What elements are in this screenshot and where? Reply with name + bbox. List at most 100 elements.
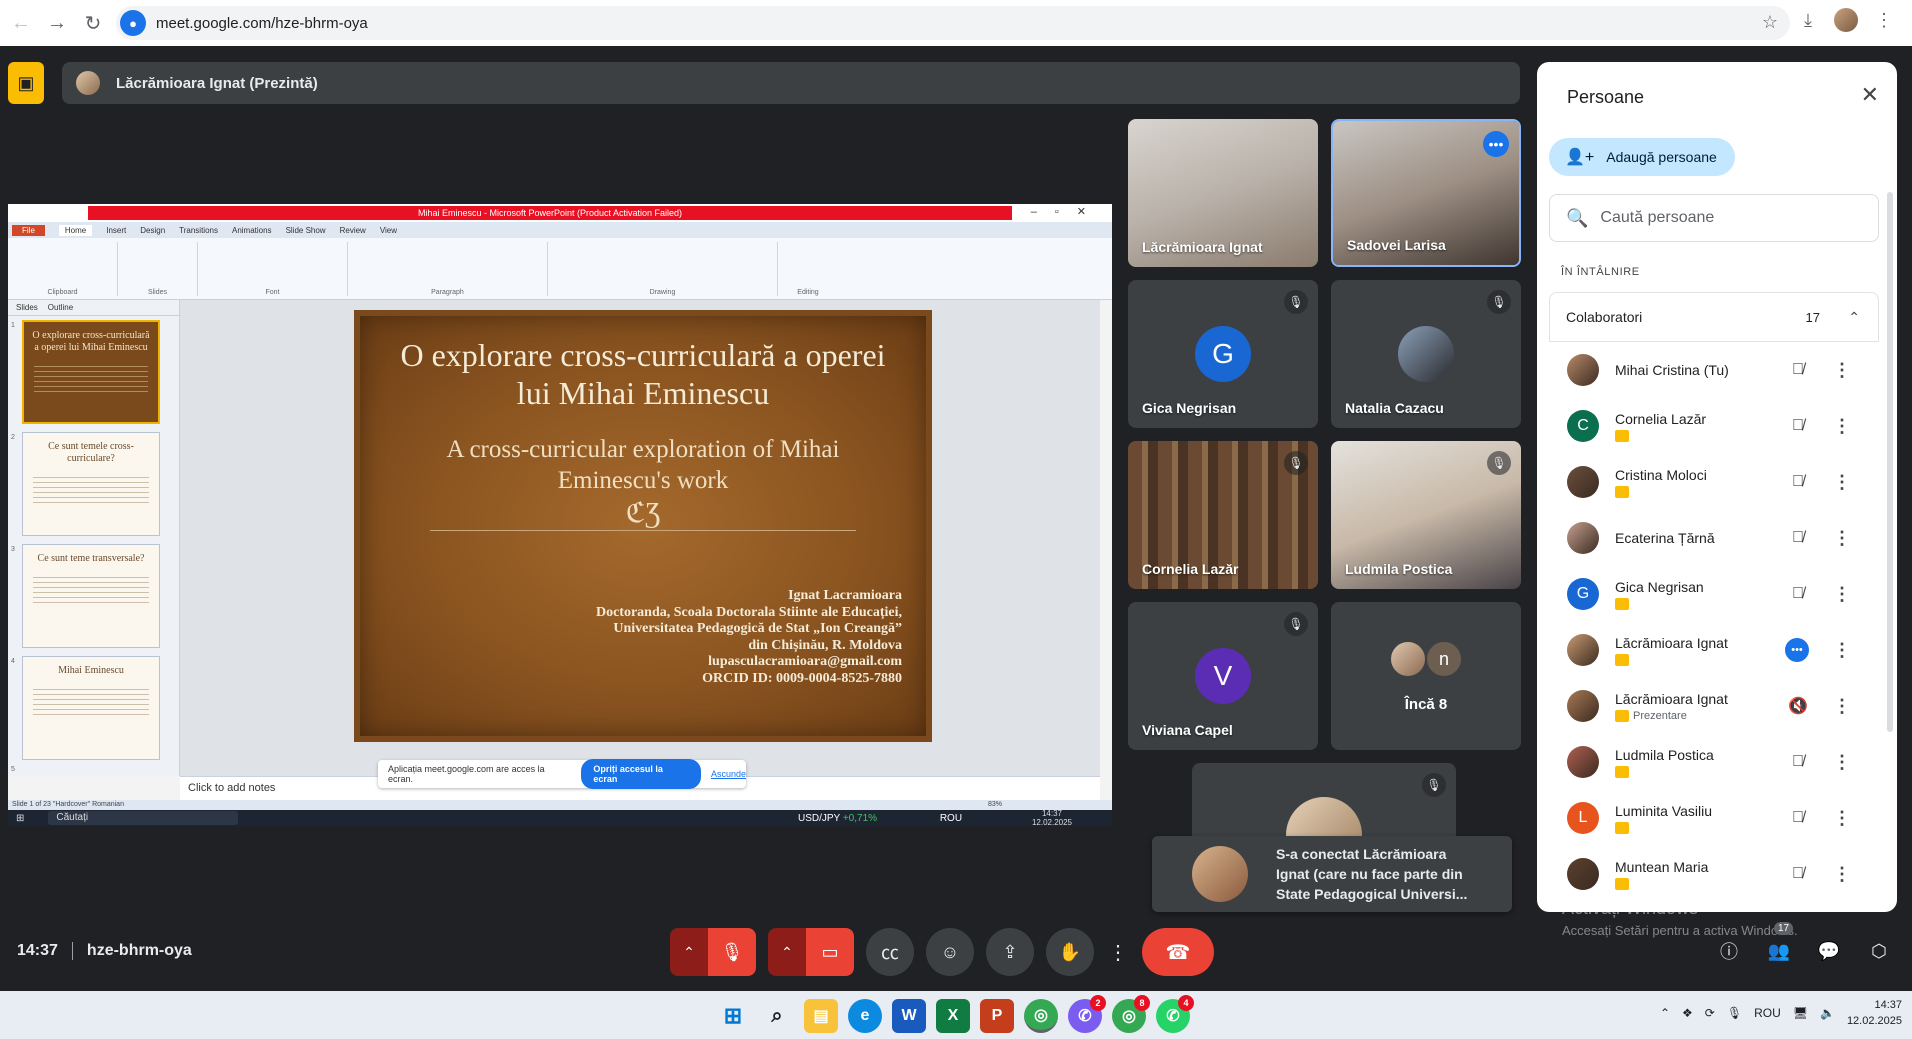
participant-row[interactable]: Ludmila Postica 🎙̸ ⋮ xyxy=(1549,734,1879,790)
more-options-icon[interactable]: ⋮ xyxy=(1833,360,1851,381)
tray-app-icon[interactable]: ❖ xyxy=(1682,1006,1693,1020)
info-icon[interactable]: ⓘ xyxy=(1716,938,1742,964)
chat-icon[interactable]: 💬 xyxy=(1816,938,1842,964)
participant-tile[interactable]: 🎙 G Gica Negrisan xyxy=(1128,280,1318,428)
participant-tile[interactable]: 🎙 Cornelia Lazăr xyxy=(1128,441,1318,589)
collaborators-group-header[interactable]: Colaboratori 17 ⌃ xyxy=(1549,292,1879,342)
whatsapp-icon[interactable]: ✆ 4 xyxy=(1156,995,1194,1033)
panel-scrollbar[interactable] xyxy=(1887,192,1893,732)
mic-off-icon[interactable]: 🎙̸ xyxy=(1787,361,1809,379)
bookmark-star-icon[interactable]: ☆ xyxy=(1762,12,1778,33)
camera-options-chevron-icon[interactable]: ⌃ xyxy=(768,928,806,976)
reload-icon[interactable]: ↻ xyxy=(78,8,108,38)
more-options-icon[interactable]: ⋮ xyxy=(1833,416,1851,437)
taskbar-apps: ⊞ ⌕ ▤ e W X P ◎ ✆ 2 ◎ 8 ✆ 4 xyxy=(716,995,1194,1033)
download-icon[interactable]: ⤓ xyxy=(1796,10,1820,31)
camera-off-button[interactable]: ▭ xyxy=(806,928,854,976)
mic-off-button[interactable]: 🎙 xyxy=(708,928,756,976)
more-options-icon[interactable]: ⋮ xyxy=(1833,528,1851,549)
mic-options-chevron-icon[interactable]: ⌃ xyxy=(670,928,708,976)
participant-row[interactable]: Ecaterina Țărnă 🎙̸ ⋮ xyxy=(1549,510,1879,566)
participant-tile[interactable]: Lăcrămioara Ignat xyxy=(1128,119,1318,267)
more-options-icon[interactable]: ⋮ xyxy=(1833,640,1851,661)
participant-name: Ludmila Postica xyxy=(1615,746,1714,763)
excel-icon[interactable]: X xyxy=(936,999,970,1033)
present-badge-icon xyxy=(1615,877,1629,890)
tray-chevron-icon[interactable]: ⌃ xyxy=(1660,1006,1670,1020)
start-icon[interactable]: ⊞ xyxy=(716,999,750,1033)
more-options-icon[interactable]: ⋮ xyxy=(1833,752,1851,773)
self-tile[interactable]: 🎙 xyxy=(1192,763,1456,843)
emoji-icon[interactable]: ☺ xyxy=(926,928,974,976)
chevron-up-icon[interactable]: ⌃ xyxy=(1848,309,1860,326)
participant-name: Luminita Vasiliu xyxy=(1615,802,1713,819)
participant-row[interactable]: Cristina Moloci 🎙̸ ⋮ xyxy=(1549,454,1879,510)
file-explorer-icon[interactable]: ▤ xyxy=(804,999,838,1033)
search-people-input[interactable]: 🔍 Caută persoane xyxy=(1549,194,1879,242)
volume-icon[interactable]: 🔈 xyxy=(1820,1006,1835,1020)
participant-tile[interactable]: 🎙 V Viviana Capel xyxy=(1128,602,1318,750)
forward-arrow-icon[interactable]: → xyxy=(42,8,72,38)
participant-row[interactable]: Mihai Cristina (Tu) 🎙̸ ⋮ xyxy=(1549,342,1879,398)
more-options-icon[interactable]: ⋮ xyxy=(1833,472,1851,493)
sync-icon[interactable]: ⟳ xyxy=(1705,1006,1715,1020)
mic-off-icon: 🎙 xyxy=(1422,773,1446,797)
participant-row[interactable]: Muntean Maria 🎙̸ ⋮ xyxy=(1549,846,1879,902)
menu-kebab-icon[interactable]: ⋮ xyxy=(1872,10,1896,31)
mic-off-icon[interactable]: 🎙̸ xyxy=(1787,585,1809,603)
people-icon[interactable]: 👥 17 xyxy=(1766,922,1794,964)
participant-row[interactable]: C Cornelia Lazăr 🎙̸ ⋮ xyxy=(1549,398,1879,454)
activities-icon[interactable]: ⬡ xyxy=(1866,938,1892,964)
present-screen-icon[interactable]: ⇪ xyxy=(986,928,1034,976)
profile-avatar[interactable] xyxy=(1834,8,1858,32)
leave-call-button[interactable]: ☎ xyxy=(1142,928,1214,976)
raise-hand-icon[interactable]: ✋ xyxy=(1046,928,1094,976)
mic-off-icon[interactable]: 🎙̸ xyxy=(1787,753,1809,771)
more-options-icon[interactable]: ⋮ xyxy=(1833,808,1851,829)
mic-off-icon[interactable]: 🎙̸ xyxy=(1787,529,1809,547)
participant-tile[interactable]: ••• Sadovei Larisa xyxy=(1331,119,1521,267)
add-people-button[interactable]: 👤+ Adaugă persoane xyxy=(1549,138,1735,176)
mic-off-icon[interactable]: 🎙̸ xyxy=(1787,865,1809,883)
more-options-icon[interactable]: ⋮ xyxy=(1833,864,1851,885)
edge-icon[interactable]: e xyxy=(848,999,882,1033)
slide-thumbnail: O explorare cross-curriculară a operei l… xyxy=(22,320,160,424)
mic-site-icon[interactable]: ● xyxy=(120,10,146,36)
powerpoint-icon[interactable]: P xyxy=(980,999,1014,1033)
more-options-icon[interactable]: ⋮ xyxy=(1106,928,1130,976)
captions-icon[interactable]: ㏄ xyxy=(866,928,914,976)
back-arrow-icon[interactable]: ← xyxy=(6,8,36,38)
participant-tile[interactable]: 🎙 Natalia Cazacu xyxy=(1331,280,1521,428)
url-text[interactable]: meet.google.com/hze-bhrm-oya xyxy=(156,15,368,32)
mic-off-icon[interactable]: 🎙̸ xyxy=(1787,417,1809,435)
participant-row[interactable]: Lăcrămioara Ignat Prezentare 🔇 ⋮ xyxy=(1549,678,1879,734)
stop-sharing-button[interactable]: Opriți accesul la ecran xyxy=(581,759,701,789)
more-options-icon[interactable]: ••• xyxy=(1483,131,1509,157)
word-icon[interactable]: W xyxy=(892,999,926,1033)
hide-banner-link[interactable]: Ascunde xyxy=(711,769,746,779)
network-icon[interactable]: 🖥 xyxy=(1793,1006,1808,1020)
mic-off-icon: 🎙 xyxy=(1284,612,1308,636)
chrome-profile-icon[interactable]: ◎ 8 xyxy=(1112,995,1150,1033)
language-indicator[interactable]: ROU xyxy=(1754,1006,1781,1020)
more-participants-tile[interactable]: n Încă 8 xyxy=(1331,602,1521,750)
clock[interactable]: 14:37 12.02.2025 xyxy=(1847,997,1902,1029)
viber-icon[interactable]: ✆ 2 xyxy=(1068,995,1106,1033)
more-options-icon[interactable]: ⋮ xyxy=(1833,584,1851,605)
mic-off-icon[interactable]: 🎙̸ xyxy=(1787,809,1809,827)
chrome-icon[interactable]: ◎ xyxy=(1024,999,1058,1033)
present-badge-icon xyxy=(1615,653,1629,666)
audio-off-icon[interactable]: 🔇 xyxy=(1787,696,1809,716)
search-icon[interactable]: ⌕ xyxy=(760,999,794,1033)
close-icon[interactable]: ✕ xyxy=(1861,82,1879,108)
participant-row[interactable]: G Gica Negrisan 🎙̸ ⋮ xyxy=(1549,566,1879,622)
presenter-bar: Lăcrămioara Ignat (Prezintă) xyxy=(62,62,1520,104)
mic-off-icon[interactable]: 🎙̸ xyxy=(1787,473,1809,491)
presentation-icon[interactable]: ▣ xyxy=(8,62,44,104)
participant-tile[interactable]: 🎙 Ludmila Postica xyxy=(1331,441,1521,589)
more-options-icon[interactable]: ⋮ xyxy=(1833,696,1851,717)
mic-icon[interactable]: 🎙 xyxy=(1727,1006,1742,1020)
participant-row[interactable]: L Luminita Vasiliu 🎙̸ ⋮ xyxy=(1549,790,1879,846)
participant-row[interactable]: Lăcrămioara Ignat ••• ⋮ xyxy=(1549,622,1879,678)
address-bar[interactable]: ● meet.google.com/hze-bhrm-oya ☆ xyxy=(116,6,1790,40)
